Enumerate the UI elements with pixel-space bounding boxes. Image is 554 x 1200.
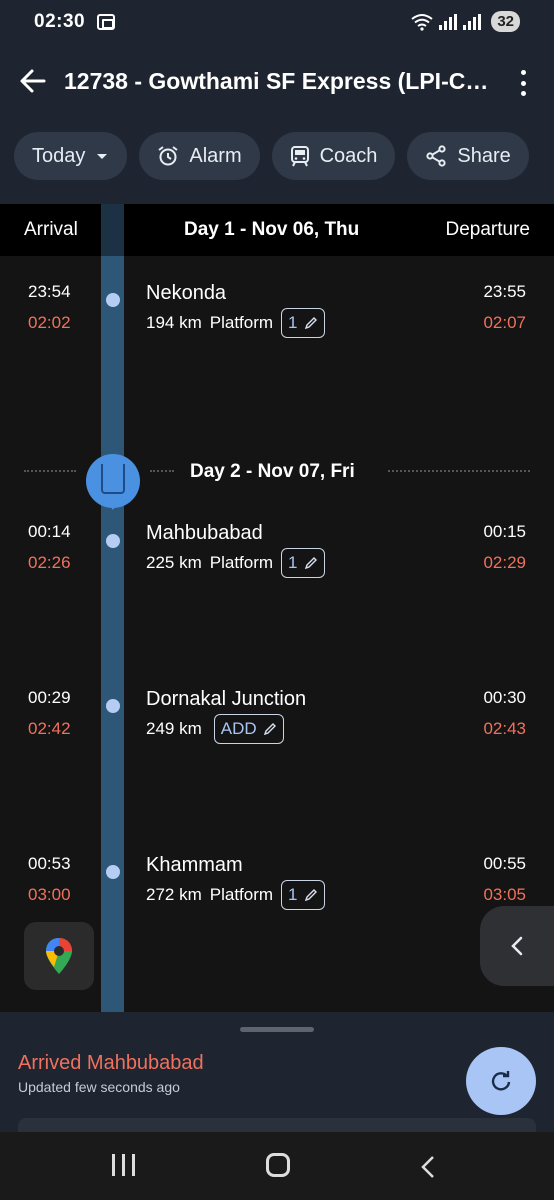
scheduled-departure: 00:15 bbox=[483, 522, 526, 541]
arrival-header: Arrival bbox=[24, 219, 78, 240]
add-platform-button[interactable]: ADD bbox=[213, 714, 284, 744]
scheduled-departure: 00:55 bbox=[483, 854, 526, 873]
platform-label: Platform bbox=[209, 313, 274, 332]
scheduled-arrival: 23:54 bbox=[28, 282, 71, 301]
status-icons: 32 bbox=[411, 11, 520, 32]
refresh-button[interactable] bbox=[466, 1047, 536, 1115]
actual-departure: 02:07 bbox=[483, 313, 526, 332]
train-position-marker[interactable] bbox=[86, 454, 140, 510]
side-panel-toggle[interactable] bbox=[480, 906, 554, 986]
system-nav-bar bbox=[0, 1132, 554, 1200]
signal-icon-2 bbox=[463, 13, 482, 30]
platform-edit-button[interactable]: 1 bbox=[281, 548, 325, 578]
day1-header: Day 1 - Nov 06, Thu bbox=[184, 219, 360, 240]
station-info: 272 km Platform 1 bbox=[146, 880, 325, 910]
train-coach-icon bbox=[290, 146, 309, 167]
actual-arrival: 02:42 bbox=[28, 719, 71, 738]
share-chip[interactable]: Share bbox=[407, 132, 529, 180]
coach-chip-label: Coach bbox=[319, 144, 378, 167]
day-separator-line-left bbox=[24, 470, 76, 472]
map-pin-icon bbox=[46, 938, 72, 974]
stop-dot bbox=[106, 699, 120, 713]
today-chip[interactable]: Today bbox=[14, 132, 128, 180]
google-maps-button[interactable] bbox=[24, 922, 94, 990]
add-platform-label: ADD bbox=[220, 719, 257, 738]
nav-back-icon[interactable] bbox=[420, 1154, 436, 1180]
updated-time: Updated few seconds ago bbox=[18, 1079, 180, 1095]
drag-handle[interactable] bbox=[240, 1027, 314, 1032]
back-arrow-icon[interactable] bbox=[18, 66, 48, 96]
station-distance: 194 km bbox=[146, 313, 202, 332]
scheduled-arrival: 00:53 bbox=[28, 854, 71, 873]
stop-dot bbox=[106, 865, 120, 879]
station-info: 225 km Platform 1 bbox=[146, 548, 325, 578]
stop-dot bbox=[106, 534, 120, 548]
today-chip-label: Today bbox=[32, 144, 86, 167]
train-title: 12738 - Gowthami SF Express (LPI-CO... bbox=[64, 68, 494, 94]
actual-arrival: 02:26 bbox=[28, 553, 71, 572]
train-icon bbox=[101, 464, 125, 494]
platform-number: 1 bbox=[288, 313, 298, 332]
scheduled-departure: 23:55 bbox=[483, 282, 526, 301]
coach-chip[interactable]: Coach bbox=[271, 132, 396, 180]
timeline-header: Arrival Day 1 - Nov 06, Thu Departure bbox=[0, 204, 554, 256]
platform-edit-button[interactable]: 1 bbox=[281, 308, 325, 338]
more-options-icon[interactable] bbox=[518, 70, 528, 96]
actual-arrival: 02:02 bbox=[28, 313, 71, 332]
chevron-down-icon bbox=[97, 154, 108, 159]
share-icon bbox=[426, 145, 447, 167]
station-name: Mahbubabad bbox=[146, 522, 263, 544]
pencil-icon bbox=[304, 317, 317, 330]
day-separator-line-right bbox=[388, 470, 530, 472]
platform-number: 1 bbox=[288, 885, 298, 904]
platform-edit-button[interactable]: 1 bbox=[281, 880, 325, 910]
screenshot-icon bbox=[97, 14, 116, 30]
status-bottom-sheet[interactable]: Arrived Mahbubabad Updated few seconds a… bbox=[0, 1012, 554, 1138]
station-info: 194 km Platform 1 bbox=[146, 308, 325, 338]
pencil-icon bbox=[304, 557, 317, 570]
actual-departure: 02:29 bbox=[483, 553, 526, 572]
alarm-clock-icon bbox=[158, 146, 178, 166]
pencil-icon bbox=[304, 889, 317, 902]
station-name: Nekonda bbox=[146, 282, 227, 304]
timeline-track bbox=[101, 204, 124, 1012]
actual-arrival: 03:00 bbox=[28, 885, 71, 904]
alarm-chip[interactable]: Alarm bbox=[139, 132, 260, 180]
station-distance: 225 km bbox=[146, 553, 202, 572]
scheduled-arrival: 00:29 bbox=[28, 688, 71, 707]
platform-label: Platform bbox=[209, 553, 274, 572]
departure-header: Departure bbox=[445, 219, 531, 240]
battery-indicator: 32 bbox=[491, 11, 520, 32]
station-name: Khammam bbox=[146, 854, 243, 876]
status-bar: 02:30 32 bbox=[0, 0, 554, 44]
pencil-icon bbox=[263, 723, 276, 736]
scheduled-departure: 00:30 bbox=[483, 688, 526, 707]
station-name: Dornakal Junction bbox=[146, 688, 307, 710]
chevron-left-icon bbox=[511, 936, 523, 956]
app-bar: 12738 - Gowthami SF Express (LPI-CO... T… bbox=[0, 44, 554, 204]
day-separator-line-mid bbox=[150, 470, 174, 472]
actual-departure: 02:43 bbox=[483, 719, 526, 738]
stop-dot bbox=[106, 293, 120, 307]
timeline-track-head bbox=[101, 204, 124, 256]
refresh-icon bbox=[491, 1071, 511, 1091]
platform-label: Platform bbox=[209, 885, 274, 904]
action-chips: Today Alarm Coach Share bbox=[14, 132, 529, 180]
alarm-chip-label: Alarm bbox=[189, 144, 242, 167]
running-status: Arrived Mahbubabad bbox=[18, 1052, 204, 1074]
status-time: 02:30 bbox=[34, 11, 86, 32]
signal-icon-1 bbox=[439, 13, 458, 30]
recent-apps-icon[interactable] bbox=[112, 1154, 135, 1176]
share-chip-label: Share bbox=[457, 144, 511, 167]
station-distance: 272 km bbox=[146, 885, 202, 904]
scheduled-arrival: 00:14 bbox=[28, 522, 71, 541]
day2-header: Day 2 - Nov 07, Fri bbox=[190, 461, 355, 482]
platform-number: 1 bbox=[288, 553, 298, 572]
station-distance: 249 km bbox=[146, 719, 202, 738]
home-icon[interactable] bbox=[266, 1153, 290, 1177]
station-info: 249 km ADD bbox=[146, 714, 284, 744]
actual-departure: 03:05 bbox=[483, 885, 526, 904]
wifi-icon bbox=[411, 13, 433, 31]
